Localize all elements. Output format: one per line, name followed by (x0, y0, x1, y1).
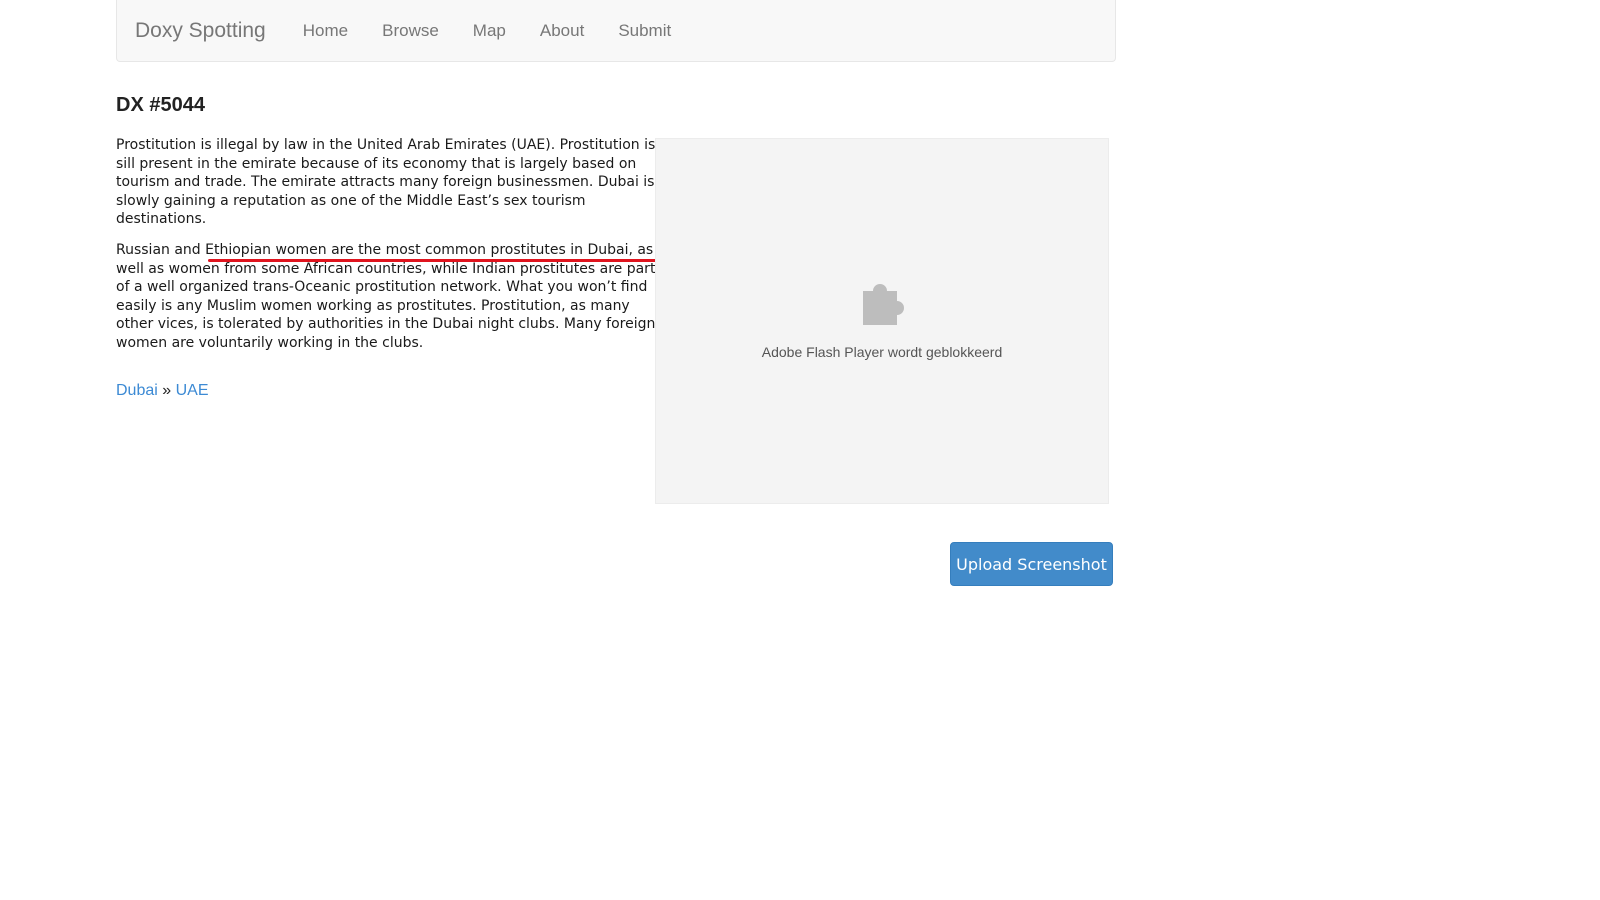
highlighted-sentence: Ethiopian women are the most common pros… (205, 241, 633, 258)
location-city-link[interactable]: Dubai (116, 382, 158, 399)
description-paragraph-1: Prostitution is illegal by law in the Un… (116, 137, 656, 228)
location-country-link[interactable]: UAE (176, 382, 209, 399)
navbar: Doxy Spotting Home Browse Map About Subm… (116, 0, 1116, 62)
location-separator: » (157, 382, 176, 399)
nav-links: Home Browse Map About Submit (286, 21, 688, 41)
nav-map[interactable]: Map (456, 21, 523, 41)
paragraph-2-start: Russian and (116, 241, 206, 258)
nav-browse[interactable]: Browse (365, 21, 456, 41)
nav-home[interactable]: Home (286, 21, 365, 41)
location-breadcrumb: Dubai » UAE (116, 382, 209, 400)
description-paragraph-2: Russian and Ethiopian women are the most… (116, 241, 656, 353)
brand-link[interactable]: Doxy Spotting (135, 19, 266, 43)
nav-submit[interactable]: Submit (601, 21, 688, 41)
upload-screenshot-button[interactable]: Upload Screenshot (950, 542, 1113, 586)
flash-player-placeholder[interactable]: Adobe Flash Player wordt geblokkeerd (655, 138, 1109, 504)
nav-about[interactable]: About (523, 21, 601, 41)
flash-blocked-message: Adobe Flash Player wordt geblokkeerd (761, 344, 1003, 360)
red-underline-annotation (208, 259, 670, 262)
description: Prostitution is illegal by law in the Un… (116, 136, 656, 365)
page-title: DX #5044 (116, 94, 205, 116)
puzzle-piece-icon (863, 284, 904, 325)
